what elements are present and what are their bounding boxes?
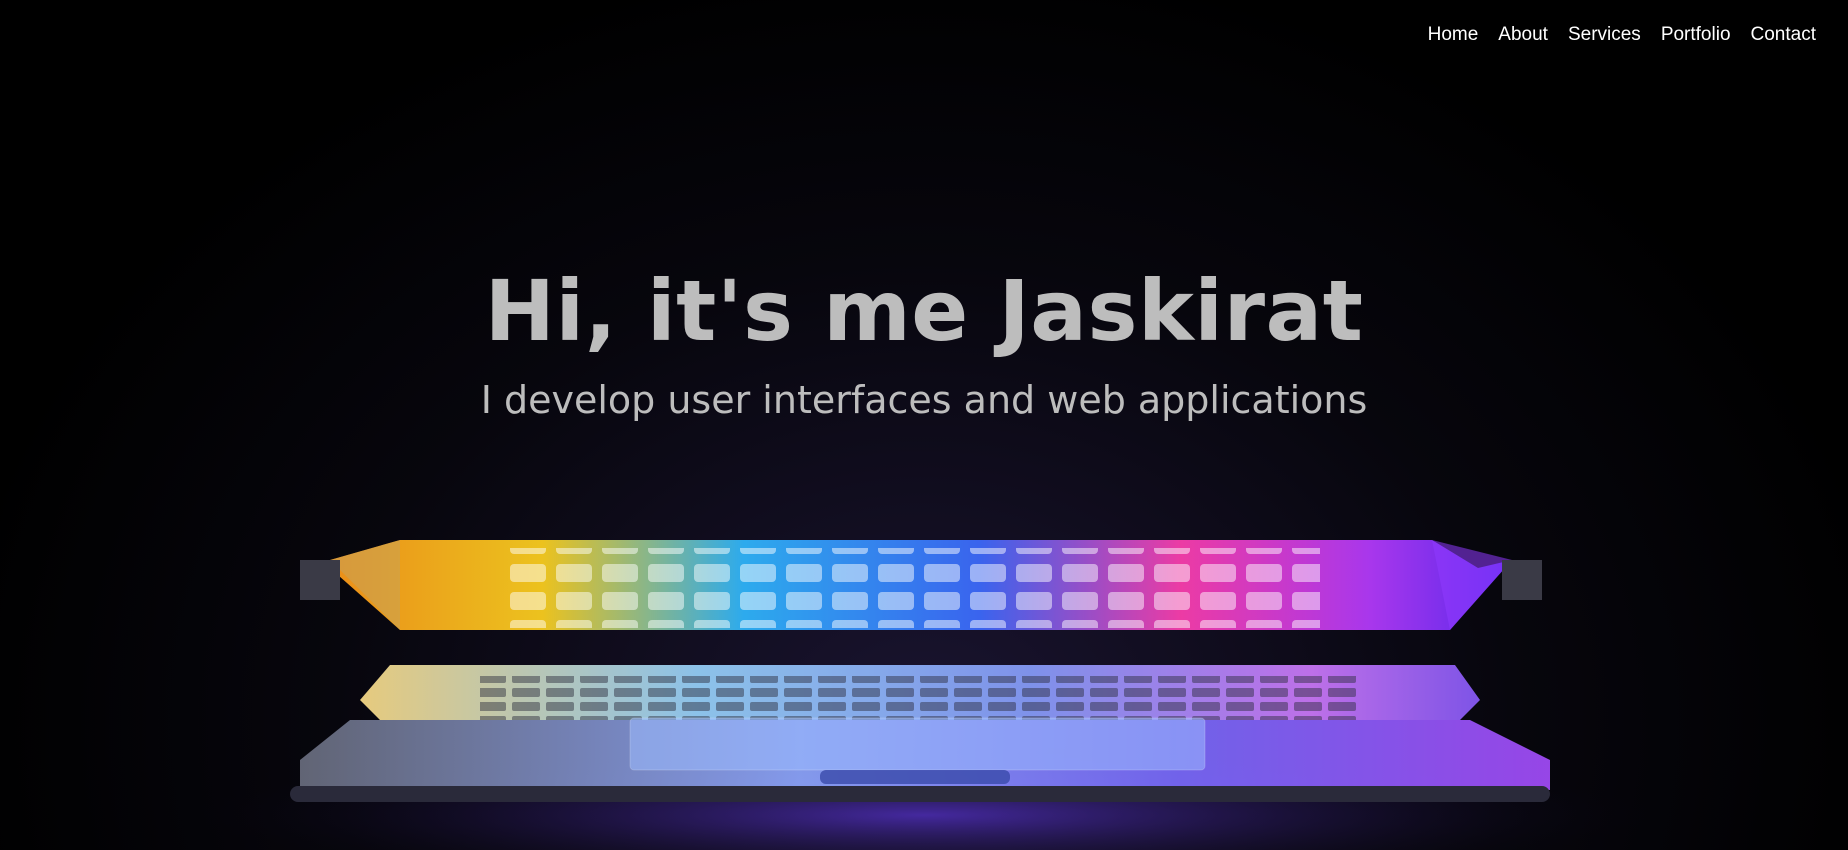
hero-title: Hi, it's me Jaskirat xyxy=(484,262,1364,360)
hero-subtitle: I develop user interfaces and web applic… xyxy=(480,378,1368,422)
top-navigation: Home About Services Portfolio Contact xyxy=(1428,24,1816,46)
hero-section: Home About Services Portfolio Contact Hi… xyxy=(0,0,1848,850)
nav-services-link[interactable]: Services xyxy=(1568,24,1641,46)
nav-home-link[interactable]: Home xyxy=(1428,24,1479,46)
nav-portfolio-link[interactable]: Portfolio xyxy=(1661,24,1731,46)
nav-about-link[interactable]: About xyxy=(1498,24,1548,46)
laptop-image xyxy=(164,540,1684,850)
nav-contact-link[interactable]: Contact xyxy=(1751,24,1816,46)
